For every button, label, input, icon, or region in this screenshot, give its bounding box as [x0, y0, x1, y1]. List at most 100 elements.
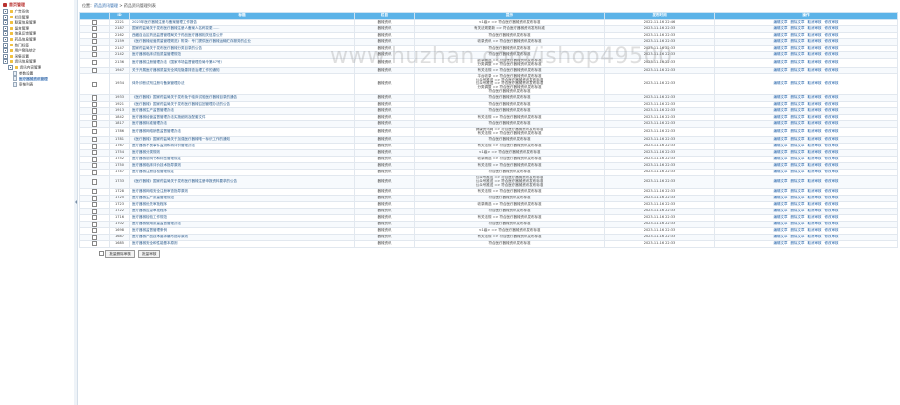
cancel-review-link[interactable]: 取消审核 — [808, 144, 822, 147]
row-checkbox[interactable] — [91, 143, 98, 149]
modify-review-link[interactable]: 修改审核 — [825, 157, 839, 160]
delete-link[interactable]: 删除文章 — [791, 27, 805, 30]
delete-link[interactable]: 删除文章 — [791, 53, 805, 56]
delete-link[interactable]: 删除文章 — [791, 229, 805, 232]
edit-link[interactable]: 编辑文章 — [774, 216, 788, 219]
cancel-review-link[interactable]: 取消审核 — [808, 170, 822, 173]
row-title-link[interactable]: 医疗器械注册管理办法（国家市场监督管理总局令第47号） — [129, 57, 355, 68]
edit-link[interactable]: 编辑文章 — [774, 40, 788, 43]
cancel-review-link[interactable]: 取消审核 — [808, 157, 822, 160]
cancel-review-link[interactable]: 取消审核 — [808, 46, 822, 49]
expand-toggle-icon[interactable] — [3, 36, 8, 42]
modify-review-link[interactable]: 修改审核 — [825, 209, 839, 212]
edit-link[interactable]: 编辑文章 — [774, 157, 788, 160]
cancel-review-link[interactable]: 取消审核 — [808, 96, 822, 99]
cancel-review-link[interactable]: 取消审核 — [808, 196, 822, 199]
row-checkbox[interactable] — [91, 26, 98, 32]
cancel-review-link[interactable]: 取消审核 — [808, 40, 822, 43]
row-checkbox[interactable] — [91, 121, 98, 127]
cancel-review-link[interactable]: 取消审核 — [808, 53, 822, 56]
modify-review-link[interactable]: 修改审核 — [825, 229, 839, 232]
delete-link[interactable]: 删除文章 — [791, 33, 805, 36]
cancel-review-link[interactable]: 取消审核 — [808, 163, 822, 166]
row-checkbox[interactable] — [91, 115, 98, 120]
delete-link[interactable]: 删除文章 — [791, 150, 805, 153]
modify-review-link[interactable]: 修改审核 — [825, 222, 839, 225]
row-checkbox[interactable] — [91, 209, 98, 214]
edit-link[interactable]: 编辑文章 — [774, 33, 788, 36]
edit-link[interactable]: 编辑文章 — [774, 53, 788, 56]
modify-review-link[interactable]: 修改审核 — [825, 203, 839, 206]
sidebar-item[interactable]: 审核列表 — [0, 81, 74, 88]
edit-link[interactable]: 编辑文章 — [774, 122, 788, 125]
edit-link[interactable]: 编辑文章 — [774, 46, 788, 49]
row-title-link[interactable]: 《医疗器械》国家药监局关于发布医疗器械注册申报资料要求的公告 — [129, 175, 355, 190]
edit-link[interactable]: 编辑文章 — [774, 60, 788, 64]
row-checkbox[interactable] — [91, 163, 98, 169]
delete-link[interactable]: 删除文章 — [791, 20, 805, 23]
delete-link[interactable]: 删除文章 — [791, 157, 805, 160]
expand-toggle-icon[interactable] — [3, 25, 8, 31]
cancel-review-link[interactable]: 取消审核 — [808, 137, 822, 140]
modify-review-link[interactable]: 修改审核 — [825, 60, 839, 64]
modify-review-link[interactable]: 修改审核 — [825, 150, 839, 153]
cancel-review-link[interactable]: 取消审核 — [808, 81, 822, 86]
edit-link[interactable]: 编辑文章 — [774, 81, 788, 86]
edit-link[interactable]: 编辑文章 — [774, 209, 788, 212]
edit-link[interactable]: 编辑文章 — [774, 203, 788, 206]
delete-link[interactable]: 删除文章 — [791, 102, 805, 105]
row-checkbox[interactable] — [91, 108, 98, 114]
modify-review-link[interactable]: 修改审核 — [825, 102, 839, 105]
expand-toggle-icon[interactable] — [8, 64, 13, 70]
delete-link[interactable]: 删除文章 — [791, 96, 805, 99]
cancel-review-link[interactable]: 取消审核 — [808, 122, 822, 125]
modify-review-link[interactable]: 修改审核 — [825, 179, 839, 183]
edit-link[interactable]: 编辑文章 — [774, 170, 788, 173]
delete-link[interactable]: 删除文章 — [791, 190, 805, 193]
batch-review-button[interactable]: 批量审核 — [138, 249, 161, 258]
row-checkbox[interactable] — [91, 102, 98, 107]
row-checkbox[interactable] — [91, 228, 98, 234]
edit-link[interactable]: 编辑文章 — [774, 222, 788, 225]
edit-link[interactable]: 编辑文章 — [774, 68, 788, 71]
delete-link[interactable]: 删除文章 — [791, 122, 805, 125]
delete-link[interactable]: 删除文章 — [791, 196, 805, 199]
delete-link[interactable]: 删除文章 — [791, 222, 805, 225]
cancel-review-link[interactable]: 取消审核 — [808, 129, 822, 133]
delete-link[interactable]: 删除文章 — [791, 109, 805, 112]
cancel-review-link[interactable]: 取消审核 — [808, 109, 822, 112]
expand-toggle-icon[interactable] — [3, 31, 8, 37]
cancel-review-link[interactable]: 取消审核 — [808, 27, 822, 30]
cancel-review-link[interactable]: 取消审核 — [808, 222, 822, 225]
breadcrumb-link[interactable]: 药品资讯管理 — [94, 3, 118, 8]
row-checkbox[interactable] — [91, 137, 98, 143]
cancel-review-link[interactable]: 取消审核 — [808, 235, 822, 238]
row-checkbox[interactable] — [91, 196, 98, 201]
cancel-review-link[interactable]: 取消审核 — [808, 242, 822, 245]
row-checkbox[interactable] — [91, 189, 98, 195]
modify-review-link[interactable]: 修改审核 — [825, 196, 839, 199]
row-checkbox[interactable] — [91, 150, 98, 156]
edit-link[interactable]: 编辑文章 — [774, 129, 788, 133]
edit-link[interactable]: 编辑文章 — [774, 190, 788, 193]
delete-link[interactable]: 删除文章 — [791, 46, 805, 49]
expand-toggle-icon[interactable] — [3, 59, 8, 65]
cancel-review-link[interactable]: 取消审核 — [808, 20, 822, 23]
cancel-review-link[interactable]: 取消审核 — [808, 229, 822, 232]
edit-link[interactable]: 编辑文章 — [774, 150, 788, 153]
delete-link[interactable]: 删除文章 — [791, 179, 805, 183]
row-checkbox[interactable] — [91, 52, 98, 58]
row-checkbox[interactable] — [91, 179, 98, 185]
modify-review-link[interactable]: 修改审核 — [825, 115, 839, 118]
select-all-checkbox[interactable] — [99, 251, 105, 257]
modify-review-link[interactable]: 修改审核 — [825, 53, 839, 56]
delete-link[interactable]: 删除文章 — [791, 144, 805, 147]
modify-review-link[interactable]: 修改审核 — [825, 81, 839, 86]
edit-link[interactable]: 编辑文章 — [774, 179, 788, 183]
delete-link[interactable]: 删除文章 — [791, 115, 805, 118]
cancel-review-link[interactable]: 取消审核 — [808, 68, 822, 71]
cancel-review-link[interactable]: 取消审核 — [808, 60, 822, 64]
delete-link[interactable]: 删除文章 — [791, 40, 805, 43]
expand-toggle-icon[interactable] — [3, 42, 8, 48]
cancel-review-link[interactable]: 取消审核 — [808, 115, 822, 118]
